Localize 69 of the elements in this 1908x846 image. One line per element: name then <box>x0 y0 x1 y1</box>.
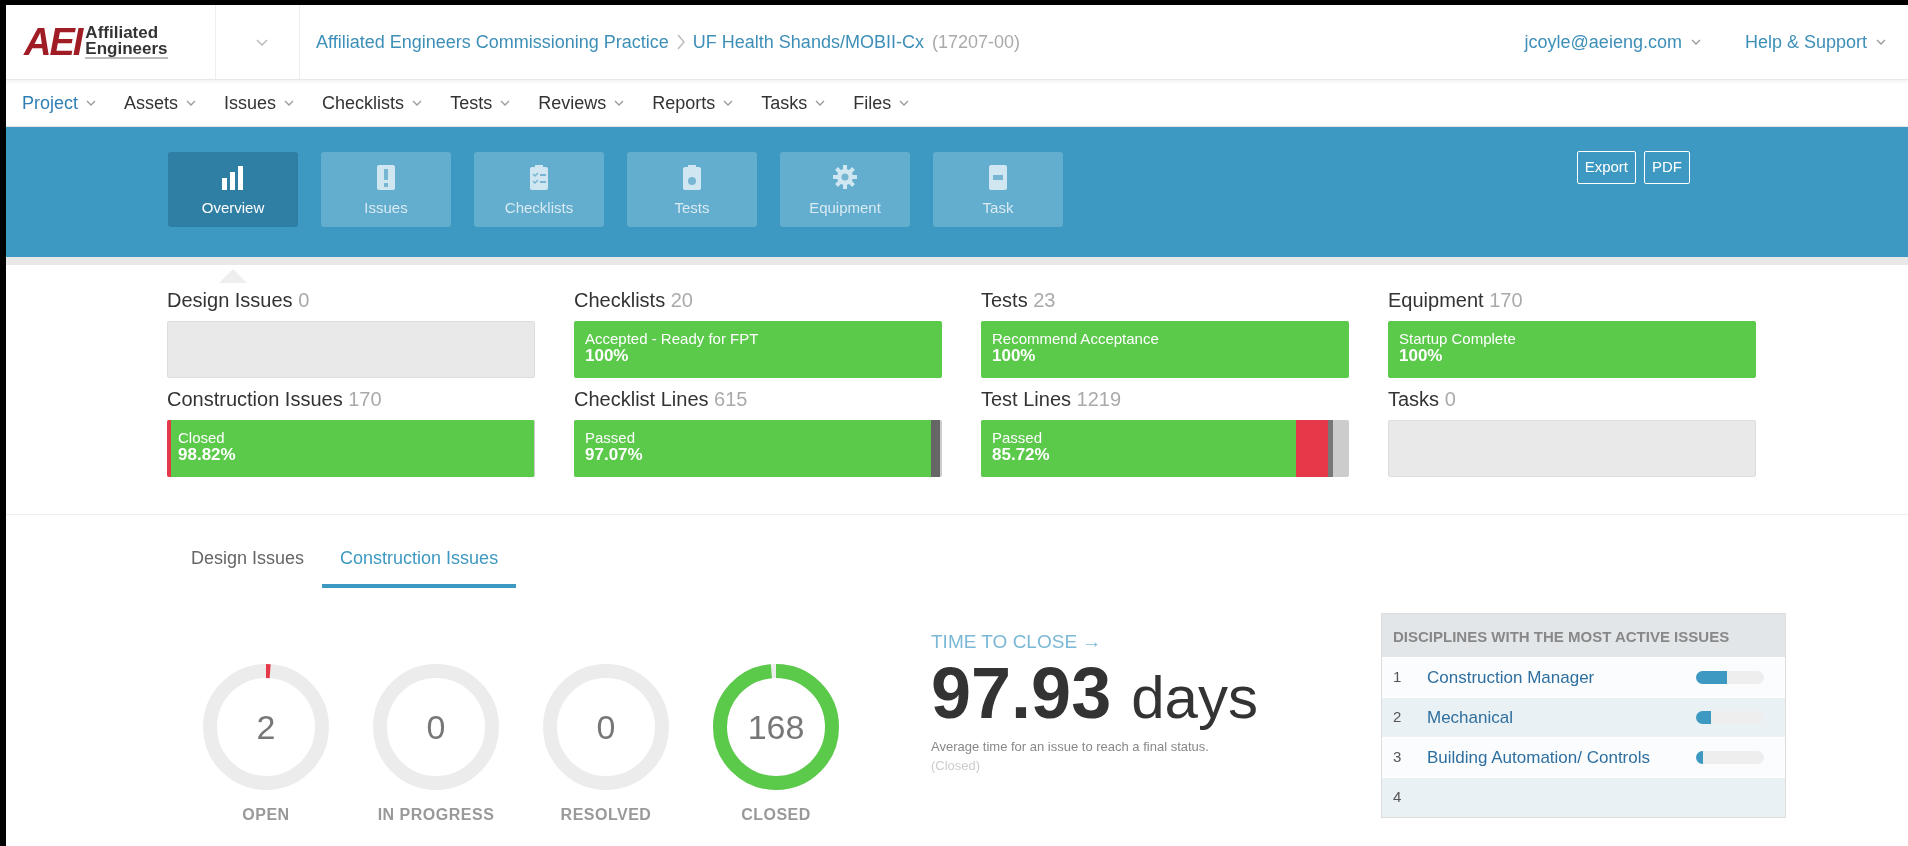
ring-label: OPEN <box>242 805 290 825</box>
chevron-icon <box>412 100 423 106</box>
menu-item[interactable]: Checklists <box>322 89 423 117</box>
chevron-icon <box>186 100 197 106</box>
user-menu[interactable]: jcoyle@aeieng.com <box>1502 5 1723 79</box>
stat-title: Checklists 20 <box>574 288 694 313</box>
chevron-icon <box>284 100 295 106</box>
progress-track <box>1696 751 1764 764</box>
chevron-icon <box>723 100 734 106</box>
status-text: Passed 85.72% <box>992 430 1050 464</box>
stat-title: Test Lines 1219 <box>981 387 1123 412</box>
status-text: Accepted - Ready for FPT 100% <box>585 331 759 365</box>
chevron-icon <box>1690 39 1701 45</box>
menu-item[interactable]: Project <box>22 89 97 117</box>
menu-item[interactable]: Reviews <box>538 89 625 117</box>
ring-label: CLOSED <box>741 805 811 825</box>
progress-track <box>1696 711 1764 724</box>
rank-number: 3 <box>1393 747 1403 768</box>
stat-title: Equipment 170 <box>1388 288 1524 313</box>
discipline-link[interactable]: Mechanical <box>1427 704 1696 731</box>
status-text: Passed 97.07% <box>585 430 643 464</box>
stat-title: Construction Issues 170 <box>167 387 383 412</box>
breadcrumb-link[interactable]: Affiliated Engineers Commissioning Practice <box>316 28 669 56</box>
chevron-icon <box>899 100 910 106</box>
ring-value: 0 <box>596 708 616 746</box>
discipline-link[interactable]: Building Automation/ Controls <box>1427 744 1696 771</box>
average-days: 97.93 days <box>931 656 1351 729</box>
chevron-icon <box>815 100 826 106</box>
rank-number: 2 <box>1393 707 1403 728</box>
issue-tab[interactable]: Construction Issues <box>322 537 517 588</box>
issue-tab[interactable]: Design Issues <box>173 537 323 588</box>
stat-title: Tests 23 <box>981 288 1057 313</box>
ring-value: 0 <box>426 708 446 746</box>
chevron-icon <box>256 39 268 47</box>
project-number: (17207-00) <box>931 30 1020 54</box>
stat-title: Tasks 0 <box>1388 387 1457 412</box>
status-text: Recommend Acceptance 100% <box>992 331 1159 365</box>
action-button[interactable]: Export <box>1576 151 1636 184</box>
panel-title: DISCIPLINES WITH THE MOST ACTIVE ISSUES <box>1382 614 1785 657</box>
chevron-icon <box>614 100 625 106</box>
rank-number: 1 <box>1393 667 1403 688</box>
menu-item[interactable]: Issues <box>224 89 295 117</box>
ring-label: RESOLVED <box>560 805 652 825</box>
stat-title: Checklist Lines 615 <box>574 387 749 412</box>
ring-value: 168 <box>747 708 805 746</box>
help-menu[interactable]: Help & Support <box>1722 5 1908 79</box>
status-text: Startup Complete 100% <box>1399 331 1516 365</box>
dashboard-tab[interactable]: Overview <box>168 152 298 227</box>
rank-number: 4 <box>1393 787 1403 808</box>
menu-item[interactable]: Files <box>853 89 910 117</box>
chevron-icon <box>1876 39 1886 45</box>
ring-label: IN PROGRESS <box>377 805 495 825</box>
chevron-icon <box>86 100 97 106</box>
bar-chart-icon <box>220 163 246 191</box>
menu-item[interactable]: Tasks <box>761 89 826 117</box>
breadcrumb-link[interactable]: UF Health Shands/MOBII-Cx <box>692 28 924 56</box>
progress-track <box>1696 671 1764 684</box>
status-text: Closed 98.82% <box>178 430 236 464</box>
menu-item[interactable]: Tests <box>450 89 511 117</box>
note-text: Average time for an issue to reach a final status. <box>931 737 1210 756</box>
ring-value: 2 <box>256 708 276 746</box>
gear-icon <box>832 163 858 191</box>
discipline-link[interactable]: Construction Manager <box>1427 664 1696 691</box>
menu-item[interactable]: Assets <box>124 89 197 117</box>
breadcrumb-separator-icon <box>676 34 685 50</box>
action-button[interactable]: PDF <box>1644 151 1690 184</box>
stat-title: Design Issues 0 <box>167 288 311 313</box>
menu-item[interactable]: Reports <box>652 89 734 117</box>
chevron-icon <box>500 100 511 106</box>
